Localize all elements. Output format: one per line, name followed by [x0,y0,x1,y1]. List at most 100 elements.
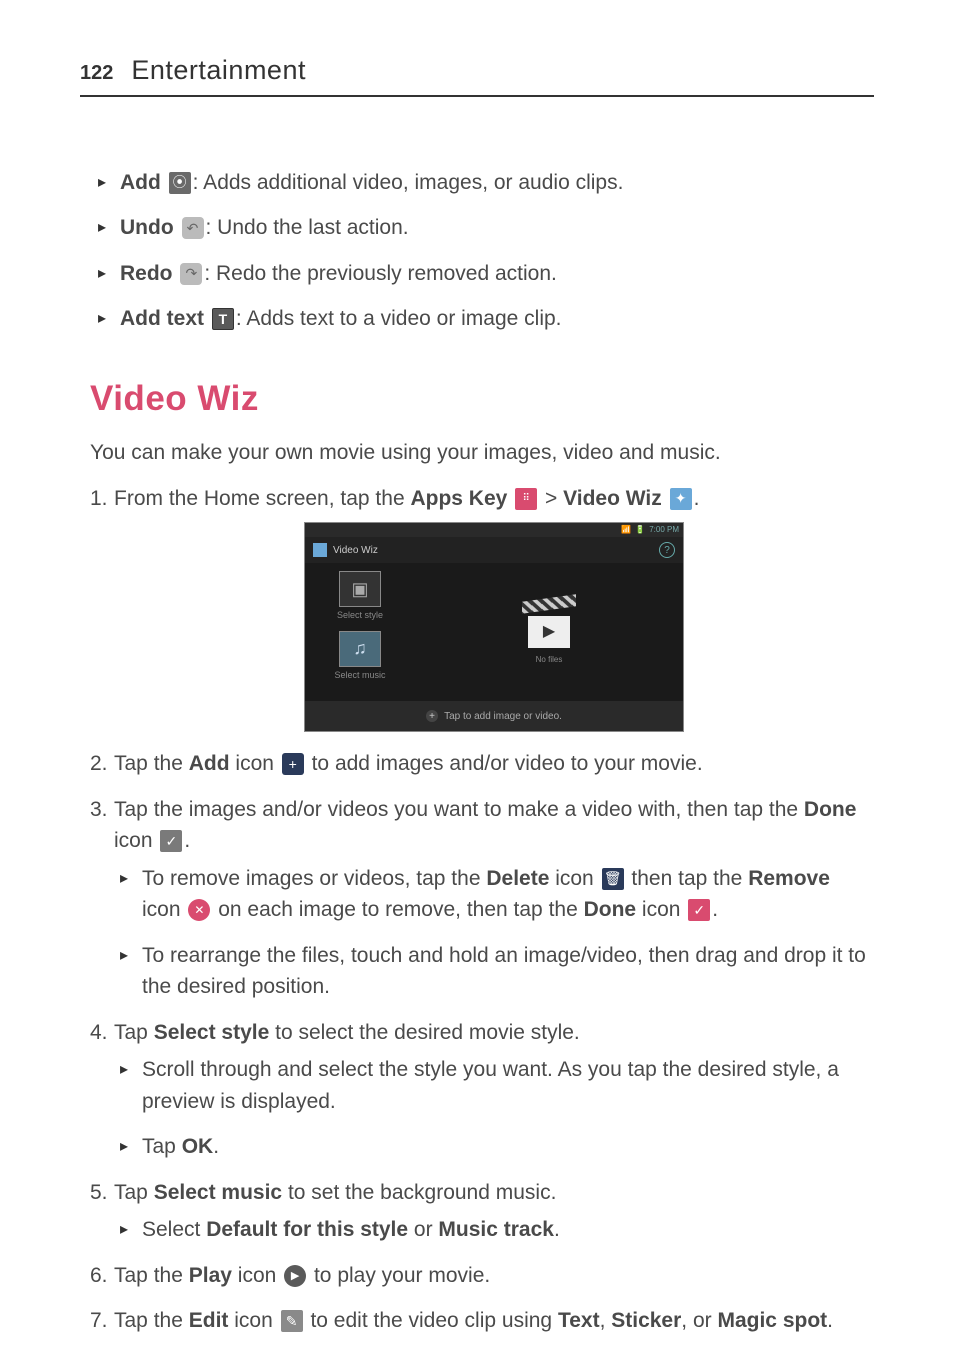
step-4: 4. Tap Select style to select the desire… [90,1017,874,1163]
select-style-label: Select style [337,609,383,623]
remove-label: Remove [748,867,830,890]
play-label: Play [189,1264,232,1287]
sep: > [539,487,563,510]
remove-icon: ✕ [188,899,210,921]
text: to edit the video clip using [305,1309,558,1332]
step4-sub1: Scroll through and select the style you … [142,1054,874,1117]
desc: : Redo the previously removed action. [204,262,557,285]
step-3: 3. Tap the images and/or videos you want… [90,794,874,1003]
play-preview-icon[interactable]: ▶ [528,616,570,648]
add-clip-icon: ⦿ [169,172,191,194]
select-music-label: Select music [154,1181,282,1204]
left-panel: ▣ Select style ♫ Select music [305,563,415,701]
battery-icon: 🔋 [635,524,645,536]
text: Tap [114,1021,154,1044]
step-5: 5. Tap Select music to set the backgroun… [90,1177,874,1246]
text: Tap the [114,1264,189,1287]
step-num: 6. [90,1260,108,1292]
text: . [213,1135,219,1158]
text: to set the background music. [282,1181,556,1204]
step-num: 4. [90,1017,108,1049]
help-icon[interactable]: ? [659,542,675,558]
preview-panel: ▶ No files [415,563,683,701]
feature-bullets: Add ⦿: Adds additional video, images, or… [90,167,874,335]
step-num: 7. [90,1305,108,1337]
page-number: 122 [80,58,113,88]
text: Tap the [114,752,189,775]
clapperboard-icon [522,594,576,614]
done-icon: ✓ [160,830,182,852]
bullet-undo: Undo ↶: Undo the last action. [120,212,874,244]
end: . [694,487,700,510]
text: . [554,1218,560,1241]
desc: : Undo the last action. [206,216,409,239]
ok-label: OK [182,1135,214,1158]
done-label-2: Done [584,898,637,921]
step3-sub2: To rearrange the files, touch and hold a… [142,940,874,1003]
text: Tap [142,1135,182,1158]
text: Select [142,1218,206,1241]
select-style-tile[interactable]: ▣ [339,571,381,607]
text: to add images and/or video to your movie… [306,752,703,775]
text: . [712,898,718,921]
text: to play your movie. [308,1264,490,1287]
magic-spot-label: Magic spot [717,1309,827,1332]
bullet-add-text: Add text T: Adds text to a video or imag… [120,303,874,335]
edit-icon: ✎ [281,1310,303,1332]
desc: : Adds additional video, images, or audi… [193,171,624,194]
play-icon: ▶ [284,1265,306,1287]
select-music-tile[interactable]: ♫ [339,631,381,667]
text: . [827,1309,833,1332]
text: on each image to remove, then tap the [212,898,583,921]
apps-key-label: Apps Key [410,487,507,510]
text: icon [232,1264,282,1287]
step5-sublist: Select Default for this style or Music t… [114,1214,874,1246]
add-label: Add [189,752,230,775]
text: or [408,1218,438,1241]
default-style-label: Default for this style [206,1218,408,1241]
delete-label: Delete [486,867,549,890]
select-music-label: Select music [334,669,385,683]
label: Add [120,171,161,194]
step-7: 7. Tap the Edit icon ✎ to edit the video… [90,1305,874,1337]
step-num: 5. [90,1177,108,1209]
label: Redo [120,262,173,285]
step-1: 1. From the Home screen, tap the Apps Ke… [90,483,874,733]
step-2: 2. Tap the Add icon + to add images and/… [90,748,874,780]
text: Tap the images and/or videos you want to… [114,798,804,821]
text: , or [681,1309,717,1332]
step4-sub2: Tap OK. [142,1131,874,1163]
bullet-redo: Redo ↷: Redo the previously removed acti… [120,258,874,290]
text: icon [142,898,186,921]
video-wiz-icon: ✦ [670,488,692,510]
music-track-label: Music track [438,1218,554,1241]
text: Tap [114,1181,154,1204]
step4-sublist: Scroll through and select the style you … [114,1054,874,1163]
heading-video-wiz: Video Wiz [90,373,874,426]
text: From the Home screen, tap the [114,487,410,510]
redo-icon: ↷ [180,263,202,285]
step-num: 2. [90,748,108,780]
text: . [184,829,190,852]
page-header: 122 Entertainment [80,50,874,97]
label: Undo [120,216,174,239]
status-bar: 📶 🔋 7:00 PM [305,523,683,537]
signal-icon: 📶 [621,524,631,536]
text: icon [228,1309,278,1332]
plus-icon: + [282,753,304,775]
undo-icon: ↶ [182,217,204,239]
title-bar: Video Wiz ? [305,537,683,563]
step3-sub1: To remove images or videos, tap the Dele… [142,863,874,926]
step-6: 6. Tap the Play icon ▶ to play your movi… [90,1260,874,1292]
app-screenshot: 📶 🔋 7:00 PM Video Wiz ? ▣ Select style [304,522,684,732]
add-icon: + [426,710,438,722]
screenshot-footer[interactable]: + Tap to add image or video. [305,701,683,731]
step-num: 3. [90,794,108,826]
sticker-label: Sticker [611,1309,681,1332]
text: Tap the [114,1309,189,1332]
text: , [600,1309,612,1332]
text: then tap the [626,867,749,890]
video-wiz-label: Video Wiz [563,487,662,510]
screenshot-body: ▣ Select style ♫ Select music ▶ No files [305,563,683,701]
intro-text: You can make your own movie using your i… [90,437,874,469]
